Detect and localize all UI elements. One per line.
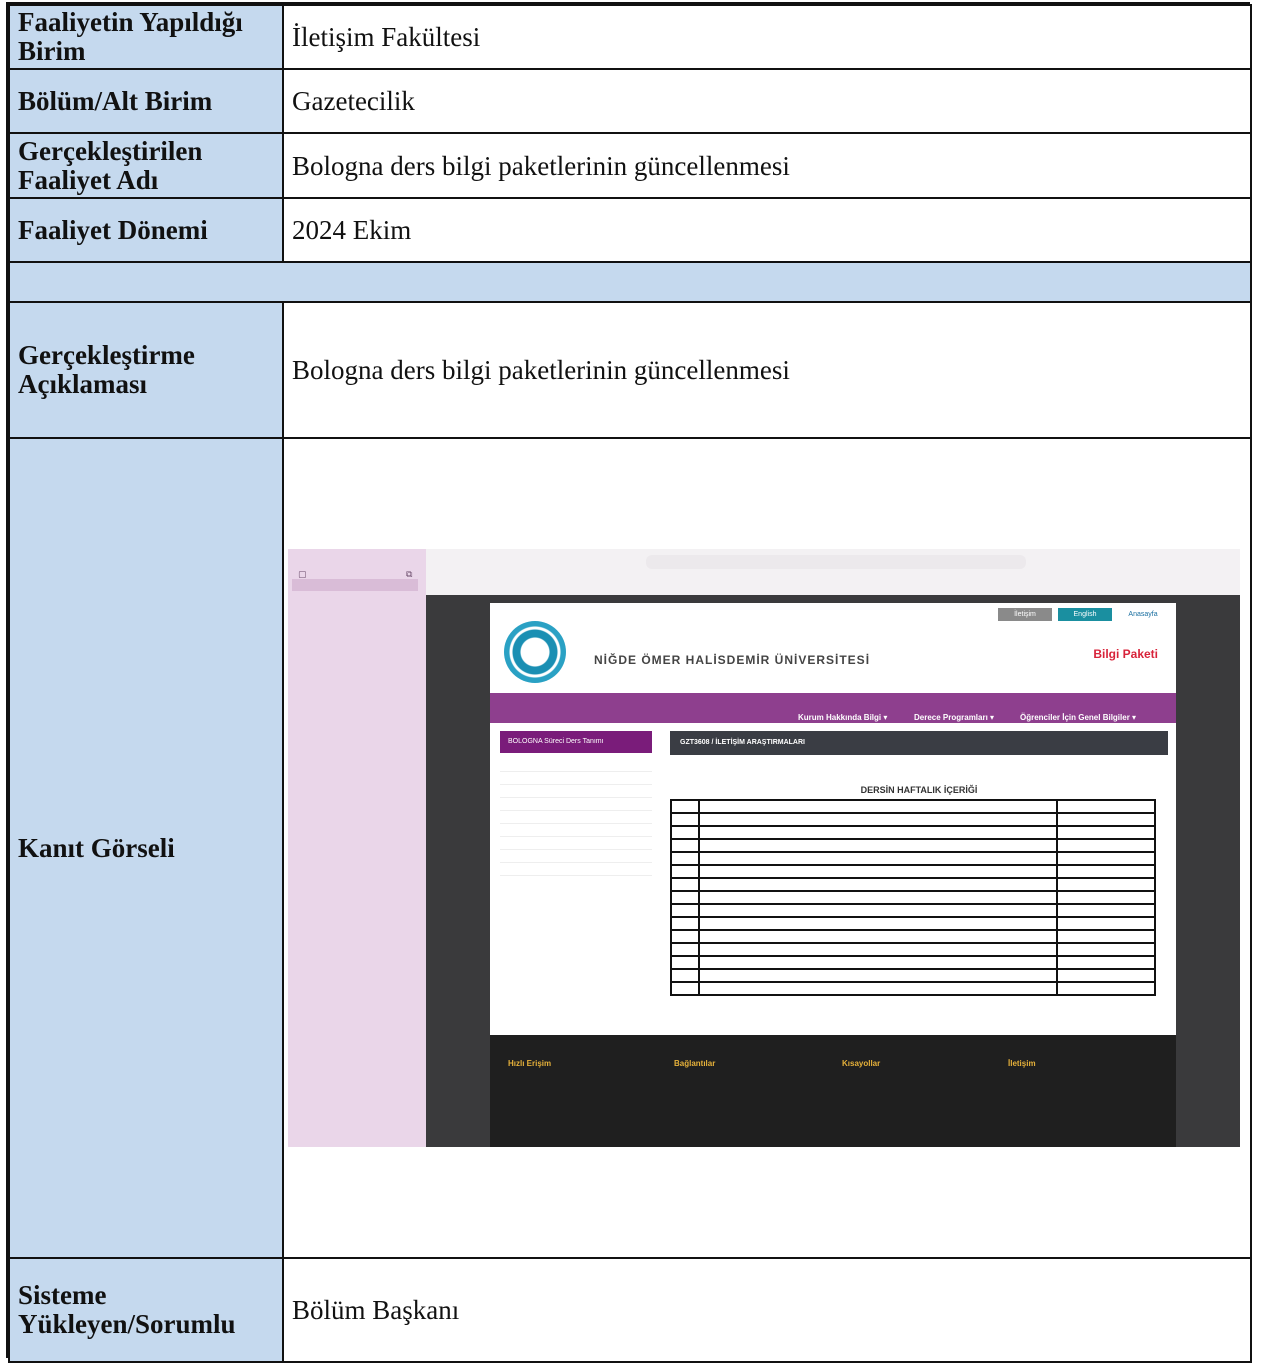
site-footer: Hızlı Erişim Bağlantılar Kısayollar İlet… (490, 1035, 1176, 1147)
responsible-label: Sisteme Yükleyen/Sorumlu (8, 1257, 284, 1363)
unit-label: Faaliyetin Yapıldığı Birim (8, 4, 284, 70)
evidence-label: Kanıt Görseli (8, 437, 284, 1259)
site-nav: Kurum Hakkında Bilgi ▾ Derece Programlar… (490, 693, 1176, 723)
evidence-cell: ▢ ⧉ İletişim English Anasayfa NİĞDE ÖMER… (282, 437, 1252, 1259)
nav-item: Kurum Hakkında Bilgi ▾ (798, 713, 888, 722)
activity-value: Bologna ders bilgi paketlerinin güncelle… (282, 132, 1252, 199)
english-button: English (1058, 608, 1112, 621)
nav-item: Derece Programları ▾ (914, 713, 995, 722)
dept-value: Gazetecilik (282, 68, 1252, 134)
browser-toolbar (426, 549, 1240, 596)
page-background: İletişim English Anasayfa NİĞDE ÖMER HAL… (426, 595, 1240, 1147)
period-label: Faaliyet Dönemi (8, 197, 284, 263)
browser-tab (862, 577, 1042, 591)
bilgi-paketi-title: Bilgi Paketi (1093, 647, 1158, 661)
address-bar (646, 555, 1026, 569)
separator-row (8, 261, 1252, 303)
browser-tab (1086, 577, 1236, 591)
browser-tab (452, 577, 632, 591)
responsible-value: Bölüm Başkanı (282, 1257, 1252, 1363)
browser-tab (656, 577, 836, 591)
nav-item: Öğrenciler İçin Genel Bilgiler ▾ (1020, 713, 1137, 722)
evidence-screenshot: ▢ ⧉ İletişim English Anasayfa NİĞDE ÖMER… (288, 549, 1240, 1147)
dept-label: Bölüm/Alt Birim (8, 68, 284, 134)
period-value: 2024 Ekim (282, 197, 1252, 263)
activity-label: Gerçekleştirilen Faaliyet Adı (8, 132, 284, 199)
footer-heading: Hızlı Erişim (508, 1059, 552, 1068)
university-logo (504, 621, 566, 683)
browser-sidebar: ▢ ⧉ (288, 549, 426, 1147)
desc-value: Bologna ders bilgi paketlerinin güncelle… (282, 301, 1252, 439)
footer-heading: Bağlantılar (674, 1059, 716, 1068)
footer-heading: İletişim (1008, 1059, 1036, 1068)
left-menu (500, 759, 652, 876)
desc-label: Gerçekleştirme Açıklaması (8, 301, 284, 439)
contact-button: İletişim (998, 608, 1052, 621)
home-link: Anasayfa (1128, 611, 1158, 618)
university-name: NİĞDE ÖMER HALİSDEMİR ÜNİVERSİTESİ (594, 653, 871, 667)
bologna-button: BOLOGNA Süreci Ders Tanımı (500, 731, 652, 753)
weekly-table (670, 799, 1156, 996)
form-document: Faaliyetin Yapıldığı Birim İletişim Fakü… (6, 2, 1252, 1363)
website-page: İletişim English Anasayfa NİĞDE ÖMER HAL… (490, 603, 1176, 1035)
course-title: GZT3608 / İLETİŞİM ARAŞTIRMALARI (670, 731, 1168, 755)
activity-form-table: Faaliyetin Yapıldığı Birim İletişim Fakü… (8, 4, 1252, 1363)
footer-heading: Kısayollar (842, 1059, 881, 1068)
unit-value: İletişim Fakültesi (282, 4, 1252, 70)
